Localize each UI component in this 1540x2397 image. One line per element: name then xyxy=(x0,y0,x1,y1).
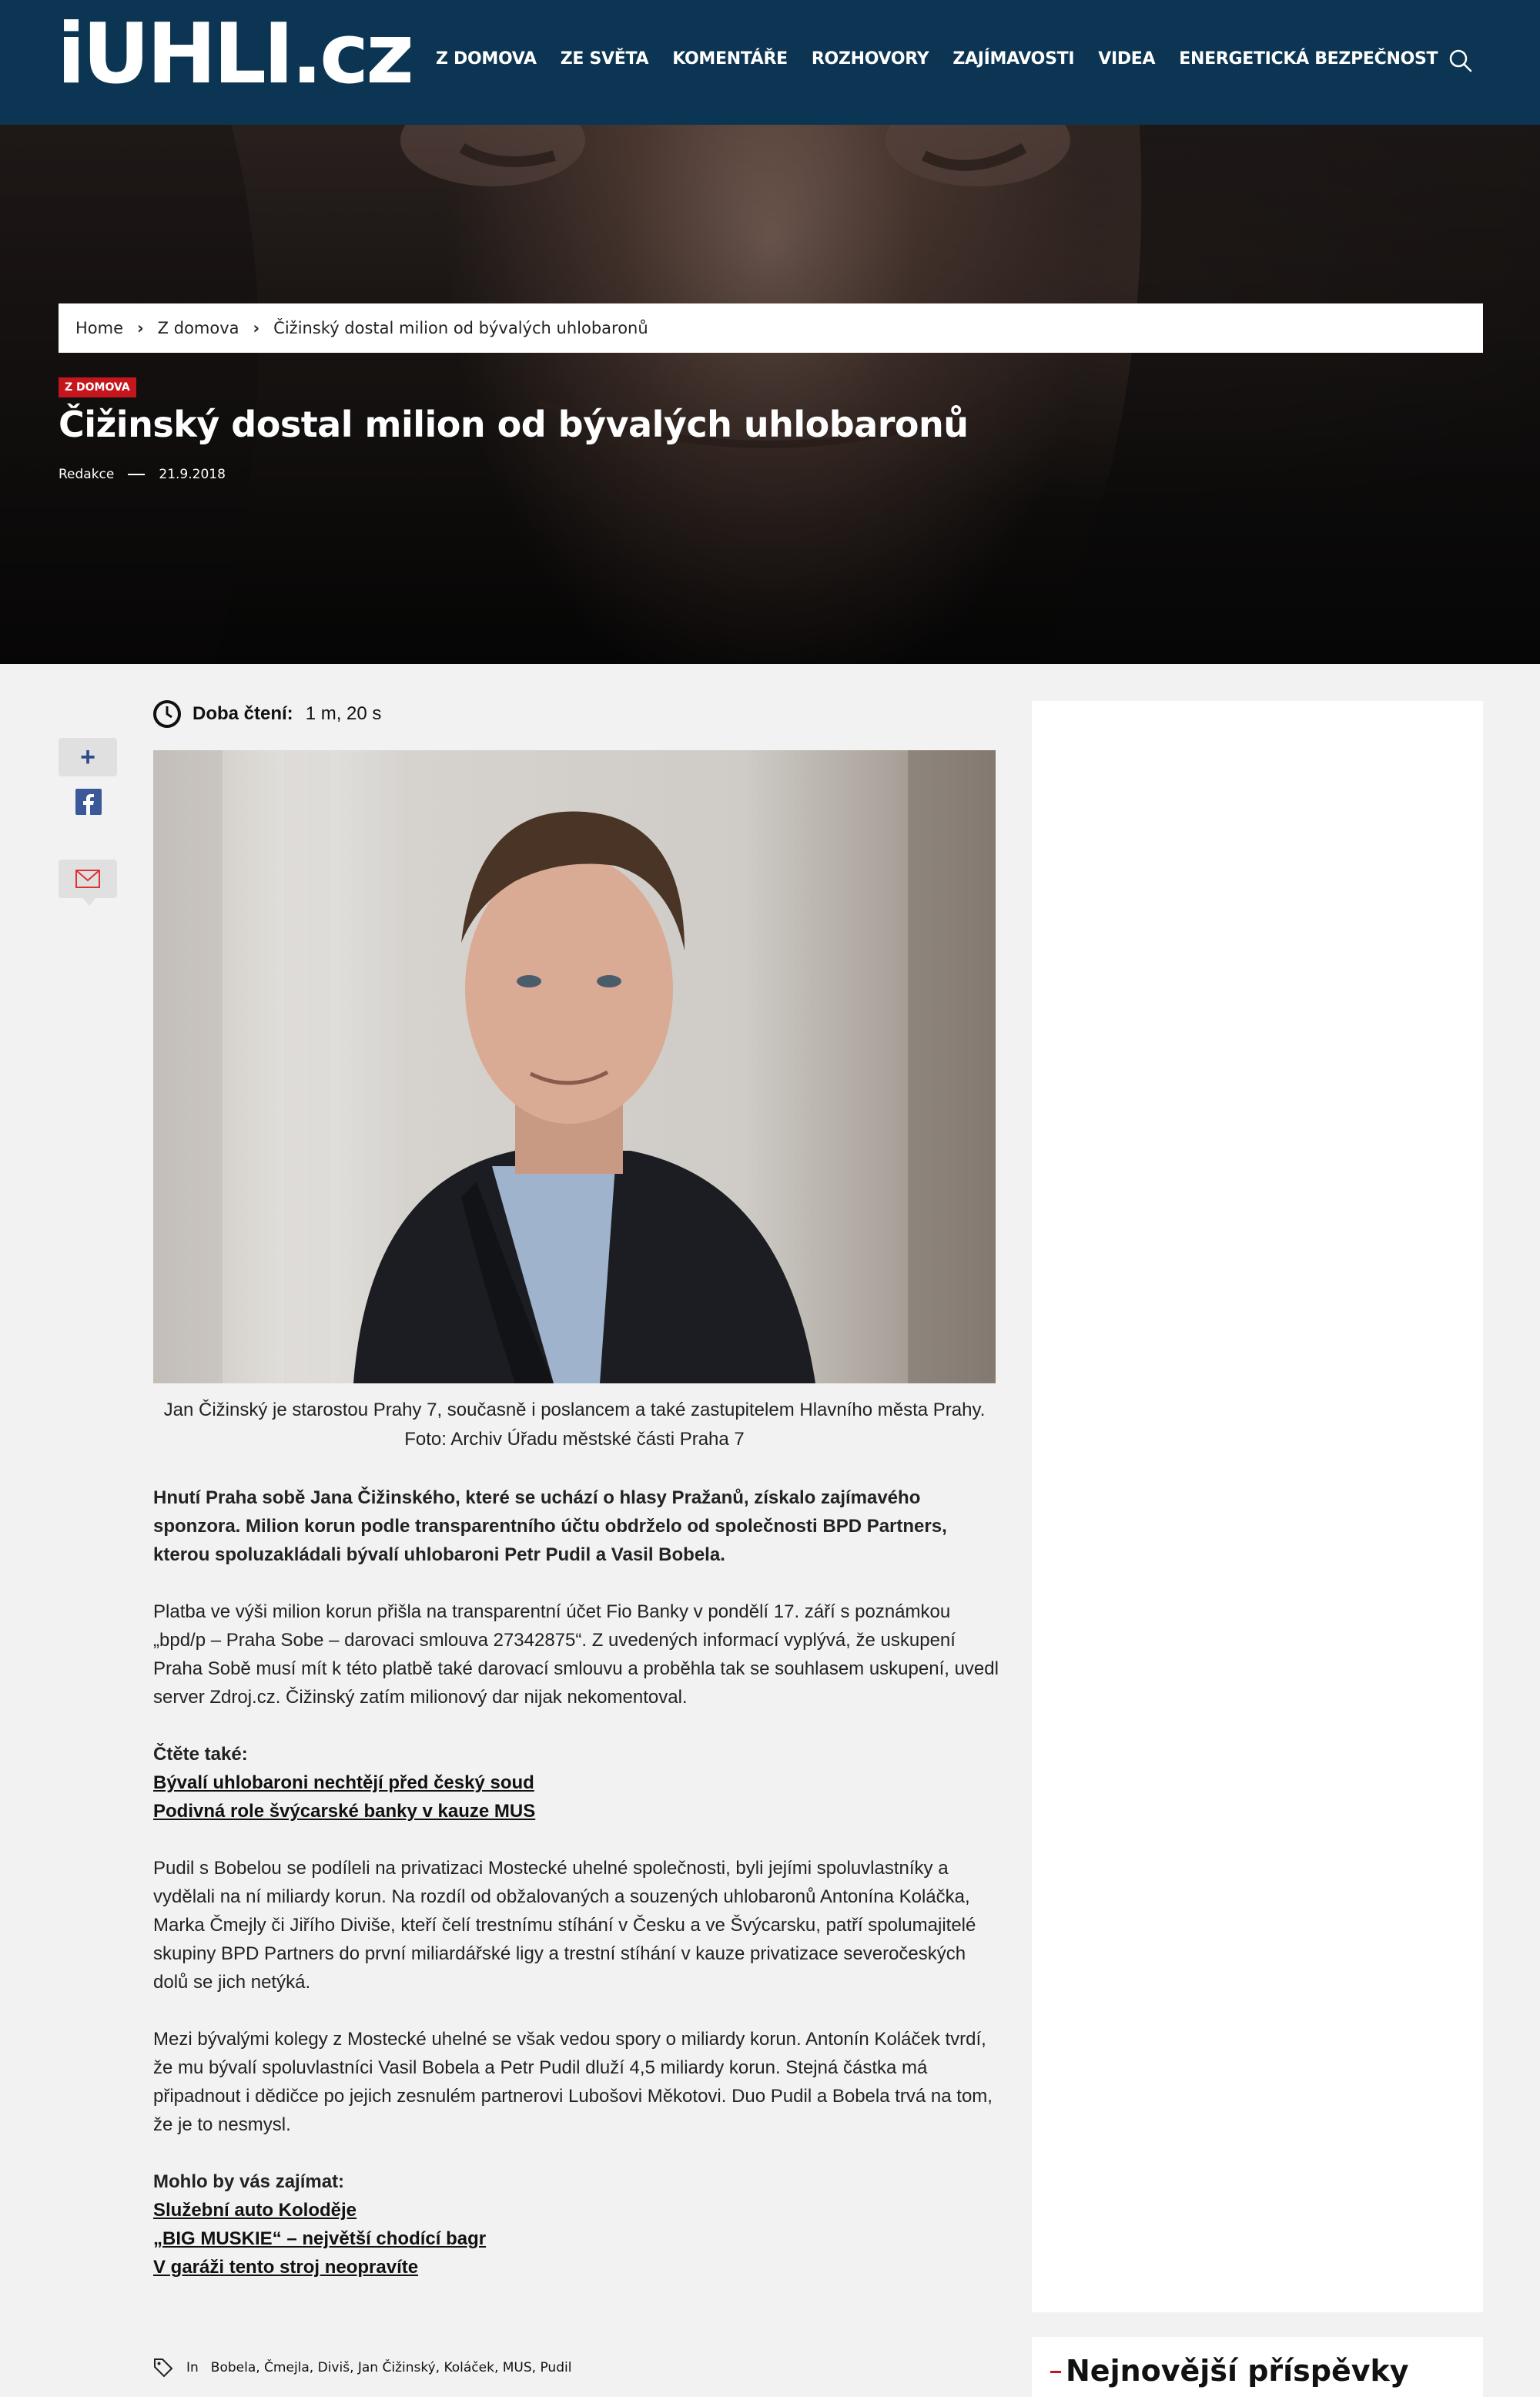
tags-prefix: In xyxy=(186,2360,199,2375)
article-lead: Hnutí Praha sobě Jana Čižinského, které … xyxy=(153,1487,947,1565)
meta-divider xyxy=(128,474,146,475)
reading-time: Doba čtení: 1 m, 20 s xyxy=(152,699,381,729)
nav-z-domova[interactable]: Z DOMOVA xyxy=(436,49,537,69)
article-paragraph: Pudil s Bobelou se podíleli na privatiza… xyxy=(153,1858,976,1993)
reading-time-value: 1 m, 20 s xyxy=(305,703,382,724)
main-nav: Z DOMOVA ZE SVĚTA KOMENTÁŘE ROZHOVORY ZA… xyxy=(436,49,1438,69)
site-header: iUHLI.cz Z DOMOVA ZE SVĚTA KOMENTÁŘE ROZ… xyxy=(0,0,1540,125)
nav-zajimavosti[interactable]: ZAJÍMAVOSTI xyxy=(952,49,1074,69)
nav-energeticka-bezpecnost[interactable]: ENERGETICKÁ BEZPEČNOST xyxy=(1179,49,1438,69)
plus-icon: + xyxy=(80,743,95,772)
article-meta: Redakce 21.9.2018 xyxy=(59,467,226,482)
tags-list[interactable]: Bobela, Čmejla, Diviš, Jan Čižinský, Kol… xyxy=(211,2360,572,2375)
nav-rozhovory[interactable]: ROZHOVORY xyxy=(812,49,929,69)
article-tags: In Bobela, Čmejla, Diviš, Jan Čižinský, … xyxy=(152,2357,571,2379)
share-bar: + xyxy=(59,738,117,906)
caption-text: Jan Čižinský je starostou Prahy 7, souča… xyxy=(163,1400,986,1420)
chevron-right-icon: › xyxy=(253,319,260,337)
hero-overlay xyxy=(0,125,1540,664)
reading-time-label: Doba čtení: xyxy=(192,703,293,724)
clock-icon xyxy=(153,700,181,728)
caption-credit: Foto: Archiv Úřadu městské části Praha 7 xyxy=(404,1429,745,1450)
page-title: Čižinský dostal milion od bývalých uhlob… xyxy=(59,404,969,445)
portrait-photo xyxy=(153,750,996,1383)
facebook-icon[interactable] xyxy=(75,789,102,815)
sidebar-ad-slot xyxy=(1032,701,1483,2312)
author[interactable]: Redakce xyxy=(59,467,114,482)
mail-icon xyxy=(75,870,100,888)
interest-block: Mohlo by vás zajímat: Služební auto Kolo… xyxy=(153,2167,1000,2281)
interest-heading: Mohlo by vás zajímat: xyxy=(153,2171,345,2192)
breadcrumb-current: Čižinský dostal milion od bývalých uhlob… xyxy=(273,319,648,337)
email-share-button[interactable] xyxy=(59,860,117,906)
breadcrumb-home[interactable]: Home xyxy=(75,319,123,337)
related-link[interactable]: V garáži tento stroj neopravíte xyxy=(153,2253,1000,2281)
article-paragraph: Mezi bývalými kolegy z Mostecké uhelné s… xyxy=(153,2029,993,2135)
related-link[interactable]: „BIG MUSKIE“ – největší chodící bagr xyxy=(153,2224,1000,2253)
breadcrumb: Home › Z domova › Čižinský dostal milion… xyxy=(59,303,1483,353)
share-more-button[interactable]: + xyxy=(59,738,117,776)
tag-icon xyxy=(154,2358,173,2378)
photo-caption: Jan Čižinský je starostou Prahy 7, souča… xyxy=(153,1396,996,1454)
search-icon[interactable] xyxy=(1448,48,1474,74)
nav-ze-sveta[interactable]: ZE SVĚTA xyxy=(561,49,649,69)
article-body: Hnutí Praha sobě Jana Čižinského, které … xyxy=(153,1483,1000,2310)
latest-posts-title: Nejnovější příspěvky xyxy=(1066,2354,1409,2388)
hero-image: Home › Z domova › Čižinský dostal milion… xyxy=(0,125,1540,664)
publish-date: 21.9.2018 xyxy=(159,467,226,482)
category-badge[interactable]: Z DOMOVA xyxy=(59,377,136,397)
article-photo xyxy=(153,750,996,1383)
latest-posts-widget: Nejnovější příspěvky xyxy=(1032,2337,1483,2397)
read-also-heading: Čtěte také: xyxy=(153,1744,248,1765)
section-marker xyxy=(1050,2371,1061,2373)
nav-videa[interactable]: VIDEA xyxy=(1098,49,1155,69)
chevron-right-icon: › xyxy=(137,319,144,337)
article-paragraph: Platba ve výši milion korun přišla na tr… xyxy=(153,1601,999,1708)
nav-komentare[interactable]: KOMENTÁŘE xyxy=(672,49,788,69)
read-also-block: Čtěte také: Bývalí uhlobaroni nechtějí p… xyxy=(153,1740,1000,1825)
site-logo[interactable]: iUHLI.cz xyxy=(57,5,414,105)
related-link[interactable]: Podivná role švýcarské banky v kauze MUS xyxy=(153,1797,1000,1825)
breadcrumb-category[interactable]: Z domova xyxy=(158,319,239,337)
related-link[interactable]: Služební auto Koloděje xyxy=(153,2196,1000,2224)
related-link[interactable]: Bývalí uhlobaroni nechtějí před český so… xyxy=(153,1768,1000,1797)
